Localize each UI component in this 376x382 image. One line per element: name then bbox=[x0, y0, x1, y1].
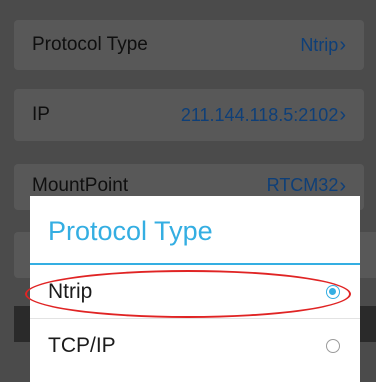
option-tcpip[interactable]: TCP/IP bbox=[30, 321, 360, 371]
chevron-right-icon: › bbox=[339, 104, 346, 126]
option-tcpip-label: TCP/IP bbox=[48, 334, 116, 357]
radio-unselected-icon[interactable] bbox=[326, 339, 340, 353]
option-ntrip-label: Ntrip bbox=[48, 280, 93, 303]
mountpoint-value: RTCM32 › bbox=[267, 175, 346, 196]
protocol-type-value: Ntrip › bbox=[300, 35, 346, 56]
ip-value: 211.144.118.5:2102 › bbox=[181, 105, 346, 126]
ip-row[interactable]: IP 211.144.118.5:2102 › bbox=[14, 89, 364, 141]
ip-label: IP bbox=[32, 104, 50, 125]
protocol-type-label: Protocol Type bbox=[32, 34, 148, 55]
mountpoint-label: MountPoint bbox=[32, 175, 129, 196]
mountpoint-value-text: RTCM32 bbox=[266, 175, 339, 195]
option-divider bbox=[30, 318, 360, 319]
protocol-type-dialog: Protocol Type Ntrip TCP/IP bbox=[30, 196, 360, 382]
chevron-right-icon: › bbox=[339, 174, 346, 197]
chevron-right-icon: › bbox=[339, 34, 346, 56]
protocol-type-value-text: Ntrip bbox=[300, 34, 339, 55]
protocol-type-row[interactable]: Protocol Type Ntrip › bbox=[14, 20, 364, 70]
ip-value-text: 211.144.118.5:2102 bbox=[180, 104, 339, 125]
radio-selected-icon[interactable] bbox=[326, 285, 340, 299]
dialog-title: Protocol Type bbox=[48, 216, 213, 246]
dialog-title-divider bbox=[30, 263, 360, 265]
option-ntrip[interactable]: Ntrip bbox=[30, 267, 360, 317]
